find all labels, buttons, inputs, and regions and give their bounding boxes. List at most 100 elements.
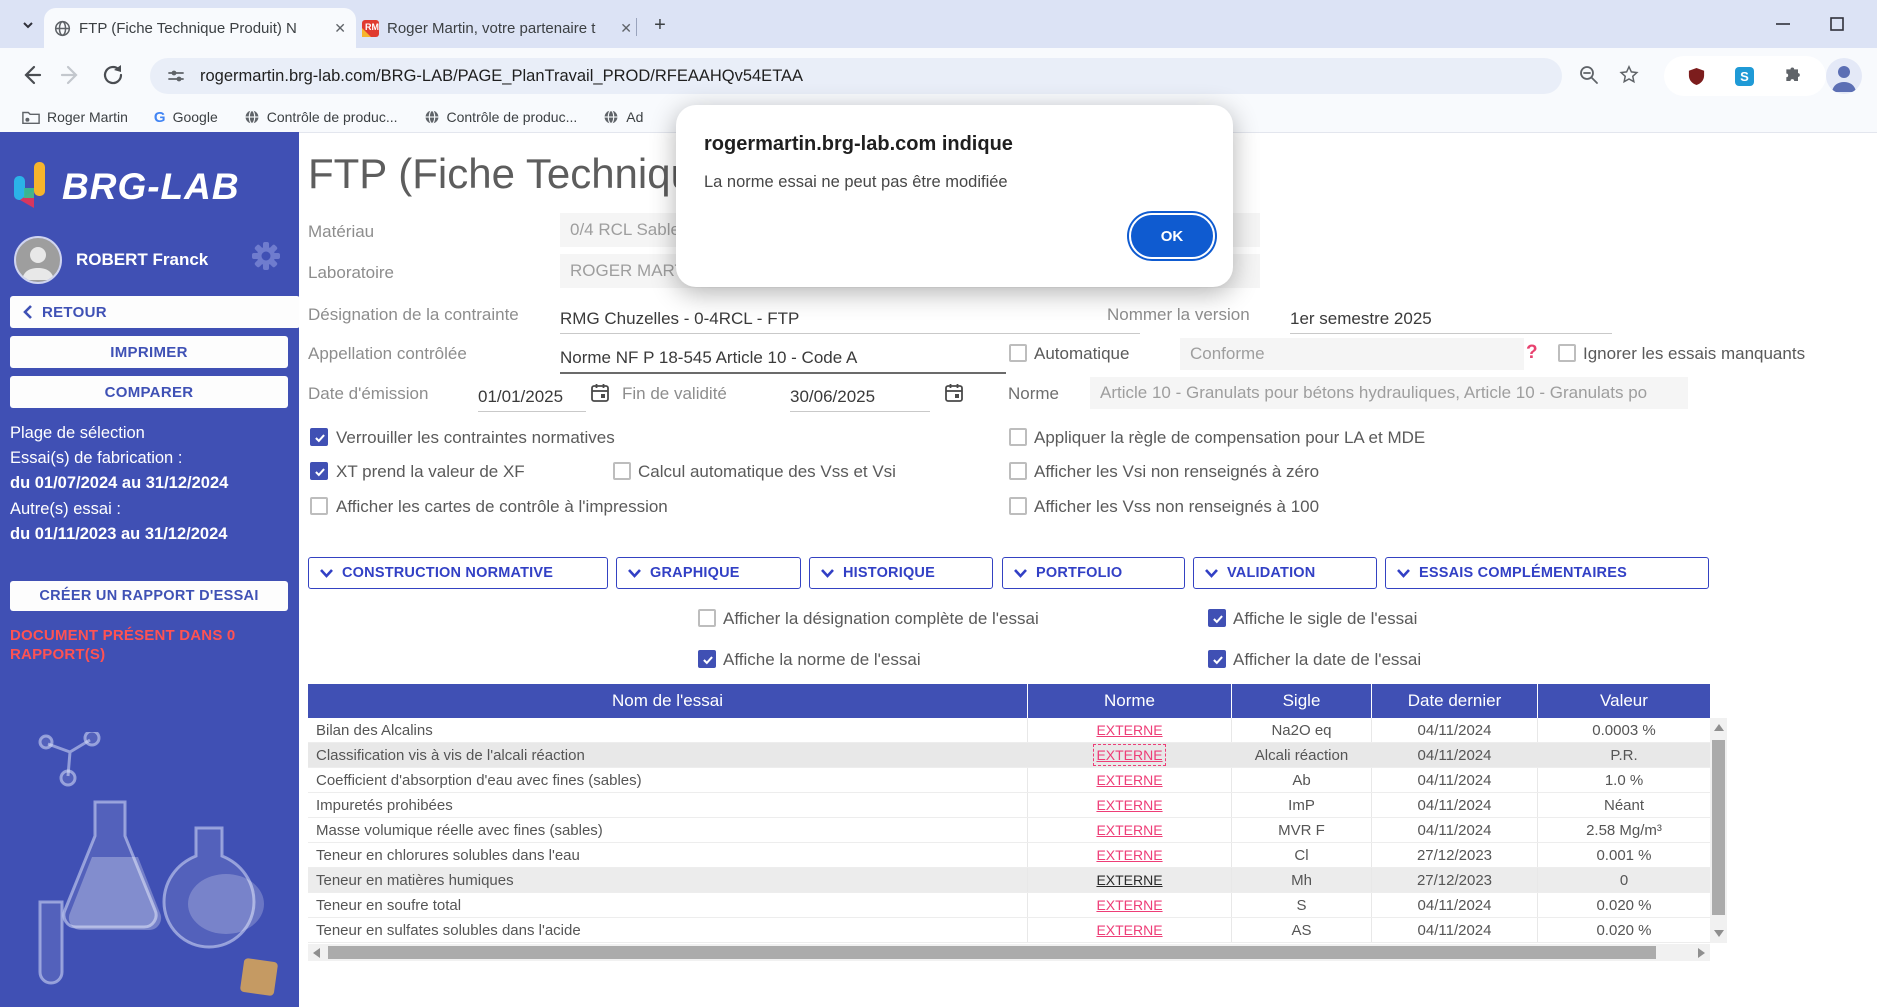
calendar-icon[interactable] [590,382,610,403]
reload-button[interactable] [100,62,126,88]
externe-link[interactable]: EXTERNE [1096,822,1162,838]
tab-search-button[interactable] [14,12,42,38]
chevron-left-icon [22,304,34,320]
retour-button[interactable]: RETOUR [10,296,299,328]
table-row[interactable]: Masse volumique réelle avec fines (sable… [308,818,1710,843]
site-info-icon[interactable] [166,66,186,86]
url-bar[interactable]: rogermartin.brg-lab.com/BRG-LAB/PAGE_Pla… [150,58,1562,94]
vss-checkbox[interactable] [1009,497,1027,515]
col-norme[interactable]: Norme [1028,684,1232,718]
tab-close-icon[interactable]: ✕ [620,20,632,37]
stylus-s-icon[interactable]: S [1735,67,1754,86]
sigle-checkbox[interactable] [1208,609,1226,627]
bookmark-controle-1[interactable]: Contrôle de produc... [244,109,398,125]
calcul-checkbox[interactable] [613,462,631,480]
xt-label: XT prend la valeur de XF [336,462,525,482]
tab-title: Roger Martin, votre partenaire t [387,20,612,37]
bookmark-controle-2[interactable]: Contrôle de produc... [424,109,578,125]
chevron-down-icon [319,568,334,579]
cartes-checkbox[interactable] [310,497,328,515]
accordion-construction-normative[interactable]: CONSTRUCTION NORMATIVE [308,557,608,589]
designation-complete-checkbox[interactable] [698,609,716,627]
globe-icon [244,109,260,125]
accordion-historique[interactable]: HISTORIQUE [809,557,993,589]
scroll-thumb[interactable] [328,946,1656,959]
externe-link[interactable]: EXTERNE [1096,747,1162,763]
accordion-essais-complementaires[interactable]: ESSAIS COMPLÉMENTAIRES [1385,557,1709,589]
scroll-thumb[interactable] [1712,740,1725,915]
col-nom[interactable]: Nom de l'essai [308,684,1028,718]
col-date[interactable]: Date dernier [1372,684,1538,718]
globe-icon [424,109,440,125]
minimize-button[interactable] [1768,14,1798,34]
bookmark-google[interactable]: G Google [154,109,218,126]
version-input[interactable]: 1er semestre 2025 [1290,297,1612,334]
col-sigle[interactable]: Sigle [1232,684,1372,718]
materiau-label: Matériau [308,222,374,242]
xt-checkbox[interactable] [310,462,328,480]
table-vertical-scrollbar[interactable] [1710,718,1727,943]
automatique-checkbox[interactable] [1009,344,1027,362]
profile-avatar[interactable] [1826,58,1862,94]
ok-button[interactable]: OK [1129,213,1215,259]
externe-link[interactable]: EXTERNE [1096,872,1162,888]
settings-gear-icon[interactable] [250,240,282,272]
tab-close-icon[interactable]: ✕ [334,20,346,37]
bookmark-ad[interactable]: Ad [603,109,643,125]
forward-button[interactable] [58,62,84,88]
table-row[interactable]: Teneur en sulfates solubles dans l'acide… [308,918,1710,943]
back-button[interactable] [18,62,44,88]
bookmark-star-icon[interactable] [1618,64,1644,90]
designation-input[interactable]: RMG Chuzelles - 0-4RCL - FTP [560,297,1140,334]
verrouiller-checkbox[interactable] [310,428,328,446]
scroll-up-arrow[interactable] [1714,724,1724,731]
norme-label: Norme [1008,384,1059,404]
tab-roger-martin[interactable]: RM Roger Martin, votre partenaire t ✕ [352,10,642,46]
externe-link[interactable]: EXTERNE [1096,897,1162,913]
new-tab-button[interactable]: + [648,14,672,38]
scroll-right-arrow[interactable] [1698,948,1705,958]
creer-rapport-button[interactable]: CRÉER UN RAPPORT D'ESSAI [10,581,288,611]
date-essai-label: Afficher la date de l'essai [1233,650,1421,670]
table-row[interactable]: Impuretés prohibées EXTERNE ImP 04/11/20… [308,793,1710,818]
emission-input[interactable]: 01/01/2025 [478,376,586,412]
vsi-label: Afficher les Vsi non renseignés à zéro [1034,462,1319,482]
table-row[interactable]: Bilan des Alcalins EXTERNE Na2O eq 04/11… [308,718,1710,743]
externe-link[interactable]: EXTERNE [1096,772,1162,788]
imprimer-button[interactable]: IMPRIMER [10,336,288,368]
help-question-mark[interactable]: ? [1526,342,1538,364]
table-row-selected[interactable]: Classification vis à vis de l'alcali réa… [308,743,1710,768]
ignorer-checkbox[interactable] [1558,344,1576,362]
extensions-puzzle-icon[interactable] [1783,66,1803,86]
bookmark-roger-martin[interactable]: Roger Martin [22,109,128,125]
externe-link[interactable]: EXTERNE [1096,847,1162,863]
tab-separator [636,18,637,36]
externe-link[interactable]: EXTERNE [1096,922,1162,938]
externe-link[interactable]: EXTERNE [1096,797,1162,813]
scroll-left-arrow[interactable] [313,948,320,958]
externe-link[interactable]: EXTERNE [1096,722,1162,738]
date-essai-checkbox[interactable] [1208,650,1226,668]
compensation-checkbox[interactable] [1009,428,1027,446]
comparer-button[interactable]: COMPARER [10,376,288,408]
ublock-shield-icon[interactable] [1687,67,1706,86]
accordion-portfolio[interactable]: PORTFOLIO [1002,557,1185,589]
user-avatar [14,236,62,284]
table-row[interactable]: Teneur en matières humiques EXTERNE Mh 2… [308,868,1710,893]
zoom-icon[interactable] [1578,64,1604,90]
table-row[interactable]: Teneur en chlorures solubles dans l'eau … [308,843,1710,868]
accordion-graphique[interactable]: GRAPHIQUE [616,557,801,589]
validite-input[interactable]: 30/06/2025 [790,376,930,412]
col-valeur[interactable]: Valeur [1538,684,1710,718]
maximize-button[interactable] [1822,14,1852,34]
tab-ftp[interactable]: FTP (Fiche Technique Produit) N ✕ [44,8,356,48]
vsi-checkbox[interactable] [1009,462,1027,480]
table-row[interactable]: Teneur en soufre total EXTERNE S 04/11/2… [308,893,1710,918]
scroll-down-arrow[interactable] [1714,930,1724,937]
norme-essai-checkbox[interactable] [698,650,716,668]
appellation-input[interactable]: Norme NF P 18-545 Article 10 - Code A [560,335,1006,374]
table-row[interactable]: Coefficient d'absorption d'eau avec fine… [308,768,1710,793]
table-horizontal-scrollbar[interactable] [308,944,1710,961]
accordion-validation[interactable]: VALIDATION [1193,557,1377,589]
calendar-icon[interactable] [944,382,964,403]
